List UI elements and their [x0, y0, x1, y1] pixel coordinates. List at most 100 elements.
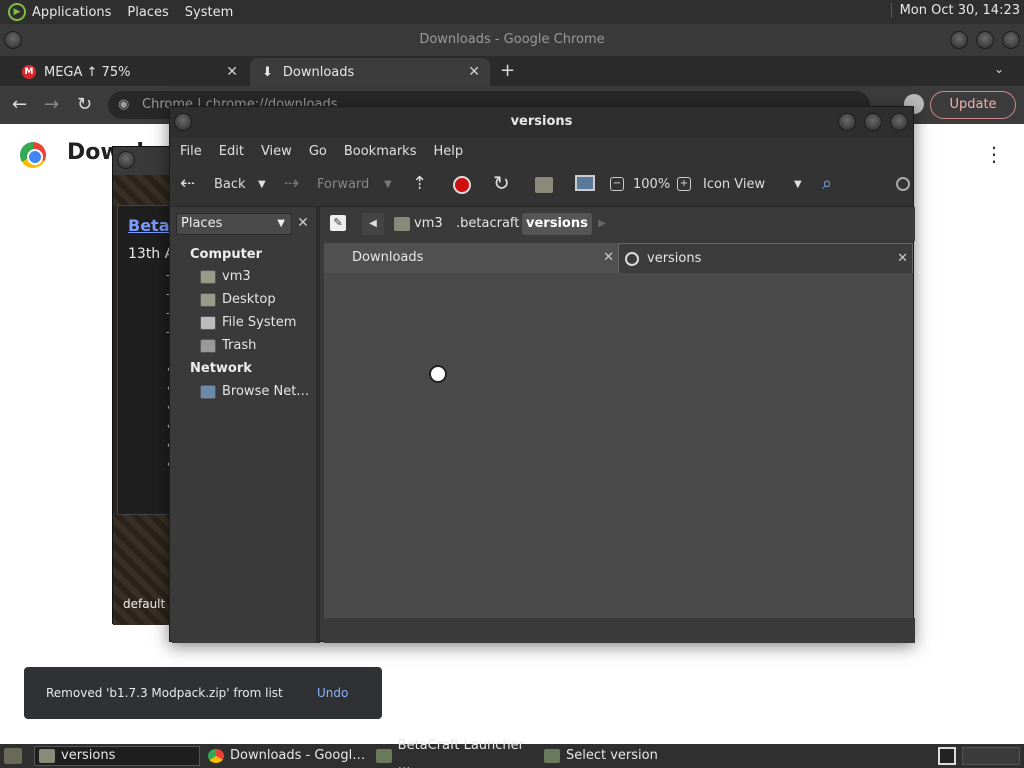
close-tab-icon[interactable]: ✕ — [226, 64, 238, 80]
window-menu-icon[interactable] — [4, 31, 22, 49]
java-app-icon — [544, 749, 560, 763]
menu-system[interactable]: System — [185, 5, 233, 20]
maximize-icon[interactable] — [976, 31, 994, 49]
workspace-switcher-empty[interactable] — [962, 747, 1020, 765]
reload-icon[interactable]: ↻ — [77, 94, 92, 115]
menu-places[interactable]: Places — [127, 5, 168, 20]
folder-icon — [39, 749, 55, 763]
back-history-dropdown[interactable]: ▼ — [258, 179, 266, 190]
menu-edit[interactable]: Edit — [219, 144, 244, 159]
file-manager-tabs: Downloads ✕ versions ✕ — [324, 243, 915, 273]
menu-view[interactable]: View — [261, 144, 292, 159]
close-tab-icon[interactable]: ✕ — [897, 244, 908, 274]
changelog-date: 13th A — [128, 246, 175, 262]
loading-icon — [625, 252, 639, 266]
menu-help[interactable]: Help — [433, 144, 463, 159]
show-desktop-icon[interactable] — [4, 748, 22, 764]
sidebar-item-desktop[interactable]: Desktop — [200, 292, 276, 307]
taskbar-item-chrome[interactable]: Downloads - Googl… — [204, 746, 370, 766]
workspace-switcher[interactable] — [938, 747, 956, 765]
snackbar-message: Removed 'b1.7.3 Modpack.zip' from list — [46, 686, 283, 700]
close-sidebar-icon[interactable]: ✕ — [292, 213, 314, 235]
sidebar-item-trash[interactable]: Trash — [200, 338, 256, 353]
sidebar-item-browse-network[interactable]: Browse Net… — [200, 384, 309, 399]
sidebar-item-file-system[interactable]: File System — [200, 315, 296, 330]
back-icon[interactable]: ← — [12, 94, 27, 115]
statusbar — [324, 618, 915, 643]
file-view[interactable] — [324, 273, 913, 618]
computer-icon[interactable] — [575, 175, 595, 191]
view-mode-select[interactable]: Icon View — [703, 177, 765, 192]
back-button[interactable]: Back — [214, 177, 246, 192]
forward-arrow-icon[interactable]: ⇢ — [284, 173, 299, 194]
home-icon[interactable] — [535, 177, 553, 193]
tab-mega[interactable]: M MEGA ↑ 75% ✕ — [8, 58, 248, 86]
window-menu-icon[interactable] — [174, 113, 192, 131]
forward-icon[interactable]: → — [44, 94, 59, 115]
places-combo-label: Places — [181, 216, 223, 231]
sidebar-item-label: Desktop — [222, 292, 276, 307]
sidebar-header-computer: Computer — [190, 247, 263, 262]
spinner-icon — [896, 177, 910, 191]
menu-go[interactable]: Go — [309, 144, 327, 159]
network-icon — [200, 384, 216, 399]
zoom-in-icon[interactable]: + — [677, 177, 691, 191]
gnome-foot-icon[interactable]: ▶ — [8, 3, 26, 21]
tab-downloads[interactable]: ⬇ Downloads ✕ — [250, 58, 490, 86]
file-manager-titlebar[interactable]: versions — [170, 107, 913, 137]
taskbar-item-select-version[interactable]: Select version — [540, 746, 706, 766]
chrome-titlebar[interactable]: Downloads - Google Chrome — [0, 24, 1024, 56]
snackbar: Removed 'b1.7.3 Modpack.zip' from list U… — [24, 667, 382, 719]
undo-button[interactable]: Undo — [317, 686, 348, 700]
more-options-icon[interactable]: ⋮ — [984, 142, 1004, 166]
file-manager-window-title: versions — [510, 114, 573, 129]
close-tab-icon[interactable]: ✕ — [603, 243, 614, 273]
taskbar-label: BetaCraft Launcher … — [397, 738, 525, 768]
taskbar-item-versions[interactable]: versions — [34, 746, 200, 766]
clock[interactable]: Mon Oct 30, 14:23 — [890, 3, 1020, 18]
tab-search-icon[interactable]: ⌄ — [994, 62, 1004, 76]
menu-applications[interactable]: Applications — [32, 5, 111, 20]
file-manager-body: Places ▼ ✕ Computer vm3 Desktop File Sys… — [170, 207, 915, 643]
back-arrow-icon[interactable]: ⇠ — [180, 173, 195, 194]
busy-cursor-icon — [429, 365, 447, 383]
breadcrumb-betacraft[interactable]: .betacraft — [452, 213, 523, 235]
tab-label: Downloads — [282, 64, 355, 80]
path-scroll-left-icon[interactable]: ◀ — [362, 213, 384, 235]
close-tab-icon[interactable]: ✕ — [468, 64, 480, 80]
breadcrumb-vm3[interactable]: vm3 — [390, 213, 447, 235]
zoom-out-icon[interactable]: − — [610, 177, 624, 191]
new-tab-button[interactable]: + — [500, 60, 515, 81]
tab-versions[interactable]: versions ✕ — [618, 243, 913, 273]
sidebar: Places ▼ ✕ Computer vm3 Desktop File Sys… — [172, 207, 320, 643]
minimize-icon[interactable] — [838, 113, 856, 131]
minimize-icon[interactable] — [950, 31, 968, 49]
places-combo[interactable]: Places ▼ — [176, 213, 292, 235]
chrome-window-title: Downloads - Google Chrome — [419, 32, 605, 47]
search-icon[interactable]: ⌕ — [822, 173, 832, 194]
forward-history-dropdown[interactable]: ▼ — [384, 179, 392, 190]
stop-icon[interactable] — [453, 176, 471, 194]
path-scroll-right-icon[interactable]: ▶ — [594, 213, 610, 235]
taskbar-label: versions — [61, 748, 116, 763]
tab-label: MEGA ↑ 75% — [44, 64, 131, 80]
sidebar-item-vm3[interactable]: vm3 — [200, 269, 251, 284]
sidebar-header-network: Network — [190, 361, 252, 376]
reload-icon[interactable]: ↻ — [493, 171, 510, 195]
window-menu-icon[interactable] — [117, 151, 135, 169]
taskbar-item-betacraft[interactable]: BetaCraft Launcher … — [372, 738, 538, 768]
forward-button[interactable]: Forward — [317, 177, 369, 192]
close-icon[interactable] — [1002, 31, 1020, 49]
breadcrumb-versions[interactable]: versions — [522, 213, 592, 235]
maximize-icon[interactable] — [864, 113, 882, 131]
home-folder-icon — [394, 217, 410, 231]
tab-downloads[interactable]: Downloads ✕ — [324, 243, 618, 273]
update-button[interactable]: Update — [930, 91, 1016, 119]
menu-file[interactable]: File — [180, 144, 202, 159]
edit-location-icon[interactable]: ✎ — [330, 215, 346, 231]
close-icon[interactable] — [890, 113, 908, 131]
file-manager-menubar: File Edit View Go Bookmarks Help — [170, 137, 913, 165]
up-icon[interactable]: ⇡ — [412, 173, 427, 194]
menu-bookmarks[interactable]: Bookmarks — [344, 144, 417, 159]
view-mode-dropdown[interactable]: ▼ — [794, 179, 802, 190]
